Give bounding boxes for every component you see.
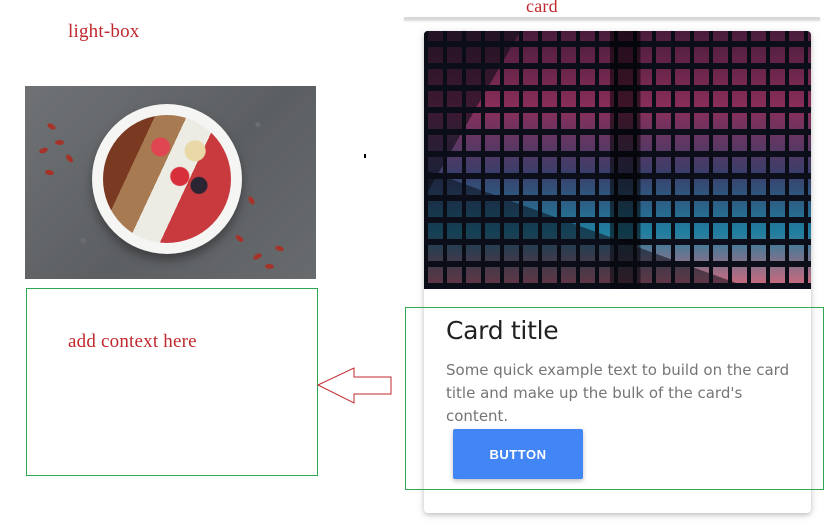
left-arrow-icon <box>316 367 392 404</box>
bowl-contents <box>103 115 231 243</box>
goji-berry <box>44 169 55 176</box>
lightbox-label: light-box <box>68 21 140 42</box>
lightbox-image[interactable] <box>25 86 316 279</box>
goji-berry <box>252 252 263 261</box>
top-divider <box>404 17 820 20</box>
card-body-highlight <box>405 307 824 490</box>
goji-berry <box>234 233 245 244</box>
goji-berry <box>274 244 285 253</box>
goji-berry <box>64 153 75 164</box>
goji-berry <box>38 146 49 155</box>
goji-berry <box>265 264 274 269</box>
context-box <box>26 288 318 476</box>
stray-mark <box>364 154 366 158</box>
bowl-graphic <box>92 104 242 254</box>
card-image <box>424 31 811 289</box>
card-label: card <box>526 0 558 16</box>
goji-berry <box>55 140 64 145</box>
goji-berry <box>247 195 256 206</box>
goji-berry <box>46 122 57 131</box>
context-placeholder: add context here <box>68 331 197 352</box>
